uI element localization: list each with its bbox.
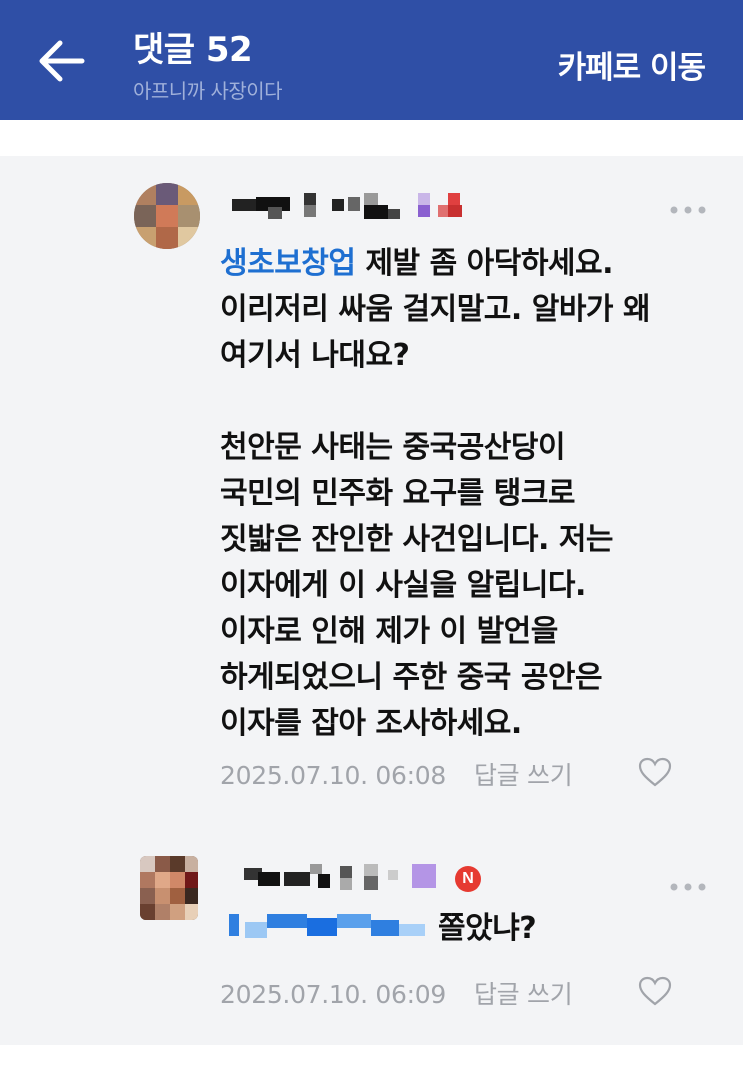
arrow-left-icon bbox=[39, 40, 85, 82]
comment-body: 생초보창업 제발 좀 아닥하세요. 이리저리 싸움 걸지말고. 알바가 왜 여기… bbox=[220, 241, 720, 747]
page-title: 댓글 52 bbox=[133, 30, 253, 70]
comment-item: 생초보창업 제발 좀 아닥하세요. 이리저리 싸움 걸지말고. 알바가 왜 여기… bbox=[0, 156, 743, 816]
like-button[interactable] bbox=[637, 756, 673, 788]
author-name-redacted[interactable] bbox=[228, 193, 478, 223]
more-options-button[interactable] bbox=[669, 873, 707, 898]
heart-icon bbox=[638, 757, 672, 787]
avatar[interactable] bbox=[134, 183, 200, 249]
author-name-redacted[interactable] bbox=[240, 864, 440, 894]
heart-icon bbox=[638, 976, 672, 1006]
reply-button[interactable]: 답글 쓰기 bbox=[474, 980, 573, 1009]
mention-redacted[interactable] bbox=[225, 910, 431, 944]
header-divider bbox=[0, 120, 743, 156]
reply-item: N 쫄았냐? 2025.07.10. 06:09 답글 쓰기 bbox=[0, 840, 743, 1040]
new-badge: N bbox=[455, 866, 481, 892]
reply-meta: 2025.07.10. 06:09 답글 쓰기 bbox=[220, 975, 573, 1011]
more-dots-icon bbox=[670, 883, 706, 891]
timestamp: 2025.07.10. 06:09 bbox=[220, 980, 446, 1009]
cafe-name: 아프니까 사장이다 bbox=[133, 79, 283, 103]
like-button[interactable] bbox=[637, 975, 673, 1007]
avatar[interactable] bbox=[140, 856, 198, 920]
go-to-cafe-button[interactable]: 카페로 이동 bbox=[558, 42, 706, 87]
app-header: 댓글 52 아프니까 사장이다 카페로 이동 bbox=[0, 0, 743, 120]
more-options-button[interactable] bbox=[669, 196, 707, 221]
timestamp: 2025.07.10. 06:08 bbox=[220, 761, 446, 790]
reply-text: 쫄았냐? bbox=[438, 911, 537, 946]
mention-link[interactable]: 생초보창업 bbox=[220, 246, 356, 281]
comment-meta: 2025.07.10. 06:08 답글 쓰기 bbox=[220, 756, 573, 792]
comment-text: 제발 좀 아닥하세요. 이리저리 싸움 걸지말고. 알바가 왜 여기서 나대요?… bbox=[220, 246, 651, 741]
back-button[interactable] bbox=[36, 38, 86, 84]
reply-button[interactable]: 답글 쓰기 bbox=[474, 761, 573, 790]
next-comment-preview bbox=[0, 1045, 743, 1088]
more-dots-icon bbox=[670, 206, 706, 214]
